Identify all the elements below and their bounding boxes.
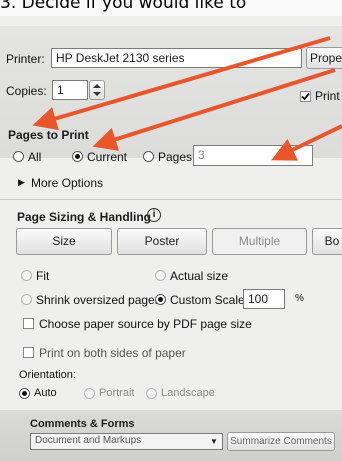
radio-shrink-label: Shrink oversized pages (36, 293, 161, 307)
radio-fit-label: Fit (36, 269, 50, 283)
comments-heading: Comments & Forms (30, 418, 135, 430)
section-divider (0, 199, 342, 200)
scale-unit: % (295, 293, 304, 304)
printer-select[interactable]: HP DeskJet 2130 series (51, 48, 302, 68)
radio-custom-scale-label: Custom Scale: (170, 293, 249, 307)
radio-actual-size-label: Actual size (170, 269, 229, 283)
info-icon[interactable]: i (147, 208, 161, 222)
radio-orientation-landscape-label: Landscape (161, 387, 215, 399)
copies-input[interactable]: 1 (52, 80, 88, 100)
poster-button[interactable]: Poster (117, 228, 207, 255)
print-checkbox-label: Print (315, 89, 340, 103)
custom-scale-input[interactable]: 100 (243, 289, 285, 309)
printer-label: Printer: (6, 52, 45, 66)
radio-orientation-auto-label: Auto (34, 387, 57, 399)
summarize-comments-button[interactable]: Summarize Comments (227, 432, 335, 451)
more-options-link[interactable]: More Options (31, 176, 103, 190)
print-checkbox[interactable] (300, 91, 311, 102)
dropdown-arrow-icon[interactable]: ▼ (210, 437, 218, 446)
radio-orientation-landscape[interactable] (146, 388, 157, 399)
radio-orientation-portrait[interactable] (84, 388, 95, 399)
radio-all-label: All (28, 150, 42, 164)
copies-label: Copies: (6, 84, 47, 98)
radio-shrink[interactable] (21, 294, 32, 305)
radio-pages[interactable] (143, 151, 154, 162)
both-sides-checkbox[interactable] (23, 347, 34, 358)
multiple-button[interactable]: Multiple (212, 228, 307, 255)
copies-stepper[interactable] (89, 80, 105, 100)
radio-fit[interactable] (21, 270, 32, 281)
booklet-button[interactable]: Bo (312, 228, 342, 255)
comments-select[interactable]: Document and Markups (30, 433, 223, 450)
pages-to-print-heading: Pages to Print (8, 128, 89, 142)
properties-button[interactable]: Prope (306, 47, 342, 69)
stepper-arrows-icon (93, 84, 101, 96)
pages-range-input[interactable]: 3 (193, 145, 313, 166)
instruction-text: 3. Decide if you would like to (0, 0, 342, 16)
radio-pages-label: Pages (158, 150, 193, 164)
radio-orientation-portrait-label: Portrait (99, 387, 135, 399)
radio-all[interactable] (13, 151, 24, 162)
page-sizing-heading: Page Sizing & Handling (17, 210, 152, 224)
radio-orientation-auto[interactable] (19, 388, 30, 399)
radio-current-label: Current (87, 150, 128, 164)
size-button[interactable]: Size (16, 228, 112, 255)
radio-custom-scale[interactable] (155, 294, 166, 305)
radio-actual-size[interactable] (155, 270, 166, 281)
radio-current[interactable] (72, 151, 83, 162)
orientation-label: Orientation: (19, 369, 76, 381)
choose-source-checkbox[interactable] (23, 318, 34, 329)
disclosure-triangle-icon[interactable]: ▶ (18, 177, 25, 188)
choose-source-label: Choose paper source by PDF page size (39, 317, 252, 331)
both-sides-label: Print on both sides of paper (39, 346, 186, 360)
checkmark-icon (301, 92, 310, 101)
